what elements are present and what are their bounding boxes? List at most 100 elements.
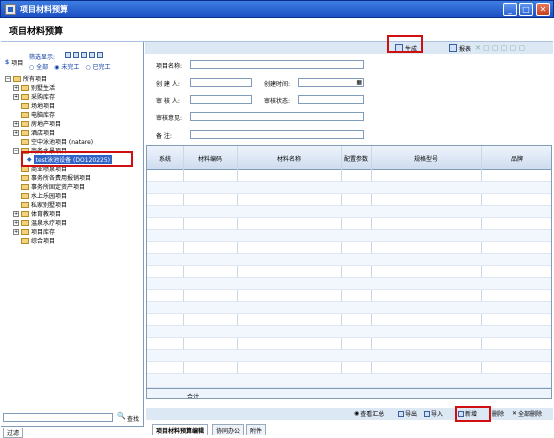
- tree-node[interactable]: + 房地产项目: [13, 119, 61, 128]
- table-row[interactable]: [147, 302, 551, 314]
- tree-node[interactable]: +场地项目: [13, 101, 55, 110]
- remark-field[interactable]: [190, 130, 364, 139]
- project-name-field[interactable]: [190, 60, 364, 69]
- report-button[interactable]: 报表: [449, 42, 471, 54]
- folder-icon: [21, 228, 29, 235]
- create-time-label: 创建时间:: [264, 81, 291, 88]
- tree-node[interactable]: + 别墅生活: [13, 83, 55, 92]
- table-row[interactable]: [147, 350, 551, 362]
- col-system[interactable]: 系统: [147, 154, 183, 163]
- tree-node[interactable]: +事务所各费用报销项目: [13, 173, 91, 182]
- table-row[interactable]: [147, 194, 551, 206]
- tree-node[interactable]: + 项目库存: [13, 227, 55, 236]
- delete-icon: ✕: [512, 410, 518, 417]
- page-title: 项目材料预算: [9, 27, 64, 37]
- review-status-field[interactable]: [298, 95, 364, 104]
- project-name-label: 项目名称:: [156, 63, 183, 70]
- folder-icon: [21, 84, 29, 91]
- folder-icon: [21, 174, 29, 181]
- budget-form: 项目名称: 创 建 人: 创建时间: ▦ 审 核 人: 审核状态: 审核意见: …: [146, 54, 553, 144]
- tab-attachment[interactable]: 附件: [246, 424, 267, 435]
- folder-icon: [21, 93, 29, 100]
- table-row[interactable]: [147, 362, 551, 374]
- tree-node[interactable]: +空中泳池项目 (natare): [13, 137, 93, 146]
- eye-icon: ◉: [354, 410, 360, 417]
- grid-footer: 合计: [147, 388, 551, 398]
- col-config-params[interactable]: 配置参数: [341, 154, 371, 163]
- window-titlebar: 项目材料预算 _ □ ✕: [0, 0, 554, 18]
- maximize-button[interactable]: □: [519, 3, 533, 16]
- settings-icon[interactable]: [97, 52, 103, 58]
- filter-radio-group: ○ 全部 ◉ 未完工 ○ 已完工: [29, 62, 111, 71]
- table-row[interactable]: [147, 254, 551, 266]
- tree-node[interactable]: +私家别墅项目: [13, 200, 67, 209]
- view-summary-button[interactable]: ◉ 查看汇总: [354, 409, 384, 418]
- list-icon[interactable]: [65, 52, 71, 58]
- review-status-label: 审核状态:: [264, 98, 291, 105]
- delete-all-button[interactable]: ✕ 全部删除: [512, 409, 542, 418]
- tree-node[interactable]: + 温泉水疗项目: [13, 218, 67, 227]
- tree-node[interactable]: +电脑库存: [13, 110, 55, 119]
- tree-node[interactable]: + 采购库存: [13, 92, 55, 101]
- top-toolbar: 生成 报表 ✕ ▢ ▢ ▢ ▢ ▢: [145, 42, 553, 54]
- table-row[interactable]: [147, 290, 551, 302]
- close-button[interactable]: ✕: [536, 3, 550, 16]
- create-time-field[interactable]: ▦: [298, 78, 364, 87]
- table-row[interactable]: [147, 314, 551, 326]
- collapse-icon[interactable]: $: [5, 59, 9, 66]
- tree-node[interactable]: +水上乐园项目: [13, 191, 67, 200]
- table-row[interactable]: [147, 206, 551, 218]
- disabled-toolbar-icons: ✕ ▢ ▢ ▢ ▢ ▢: [475, 44, 526, 52]
- tab-budget-edit[interactable]: 项目材料预算编辑: [152, 424, 209, 435]
- table-row[interactable]: [147, 218, 551, 230]
- table-row[interactable]: [147, 338, 551, 350]
- reviewer-field[interactable]: [190, 95, 252, 104]
- refresh-icon[interactable]: [89, 52, 95, 58]
- table-row[interactable]: [147, 278, 551, 290]
- table-row[interactable]: [147, 242, 551, 254]
- review-comment-field[interactable]: [190, 112, 364, 121]
- table-row[interactable]: [147, 170, 551, 182]
- remark-label: 备 注:: [156, 133, 172, 140]
- creator-field[interactable]: [190, 78, 252, 87]
- filter-all-radio[interactable]: ○ 全部: [29, 62, 48, 71]
- table-row[interactable]: [147, 182, 551, 194]
- tree-node[interactable]: + 体育教项目: [13, 209, 61, 218]
- col-brand[interactable]: 品牌: [481, 154, 551, 163]
- col-material-code[interactable]: 材料编码: [183, 154, 237, 163]
- window-title: 项目材料预算: [20, 5, 68, 14]
- report-icon: [449, 44, 457, 52]
- table-row[interactable]: [147, 374, 551, 388]
- table-row[interactable]: [147, 266, 551, 278]
- bottom-tabs: 项目材料预算编辑 协同办公 附件: [146, 424, 553, 436]
- tree-root[interactable]: − 所有项目: [5, 74, 47, 83]
- reviewer-label: 审 核 人:: [156, 98, 180, 105]
- left-tabs: 过滤: [1, 426, 144, 438]
- mail-icon[interactable]: [73, 52, 79, 58]
- delete-button[interactable]: 删除: [492, 409, 504, 418]
- export-button[interactable]: 导出: [398, 409, 417, 418]
- highlight-add: [455, 406, 491, 422]
- tree-node[interactable]: + 酒店项目: [13, 128, 55, 137]
- filter-unfinished-radio[interactable]: ◉ 未完工: [54, 62, 79, 71]
- tree-node[interactable]: +综合项目: [13, 236, 55, 245]
- tree-search-input[interactable]: [3, 413, 113, 422]
- table-row[interactable]: [147, 326, 551, 338]
- tree-node[interactable]: +事务所固定资产项目: [13, 182, 85, 191]
- table-row[interactable]: [147, 230, 551, 242]
- calendar-icon[interactable]: ▦: [356, 79, 362, 86]
- folder-icon: [21, 138, 29, 145]
- search-icon[interactable]: 🔍: [117, 412, 126, 420]
- col-spec-model[interactable]: 规格型号: [371, 154, 481, 163]
- minimize-button[interactable]: _: [503, 3, 517, 16]
- import-button[interactable]: 导入: [424, 409, 443, 418]
- page-header: 项目材料预算: [1, 18, 553, 42]
- folder-icon: [21, 102, 29, 109]
- filter-finished-radio[interactable]: ○ 已完工: [85, 62, 110, 71]
- search-label[interactable]: 查找: [127, 414, 139, 423]
- col-material-name[interactable]: 材料名称: [237, 154, 341, 163]
- folder-icon: [21, 237, 29, 244]
- grid-icon[interactable]: [81, 52, 87, 58]
- tab-collab[interactable]: 协同办公: [212, 424, 245, 435]
- highlight-generate: [387, 35, 423, 53]
